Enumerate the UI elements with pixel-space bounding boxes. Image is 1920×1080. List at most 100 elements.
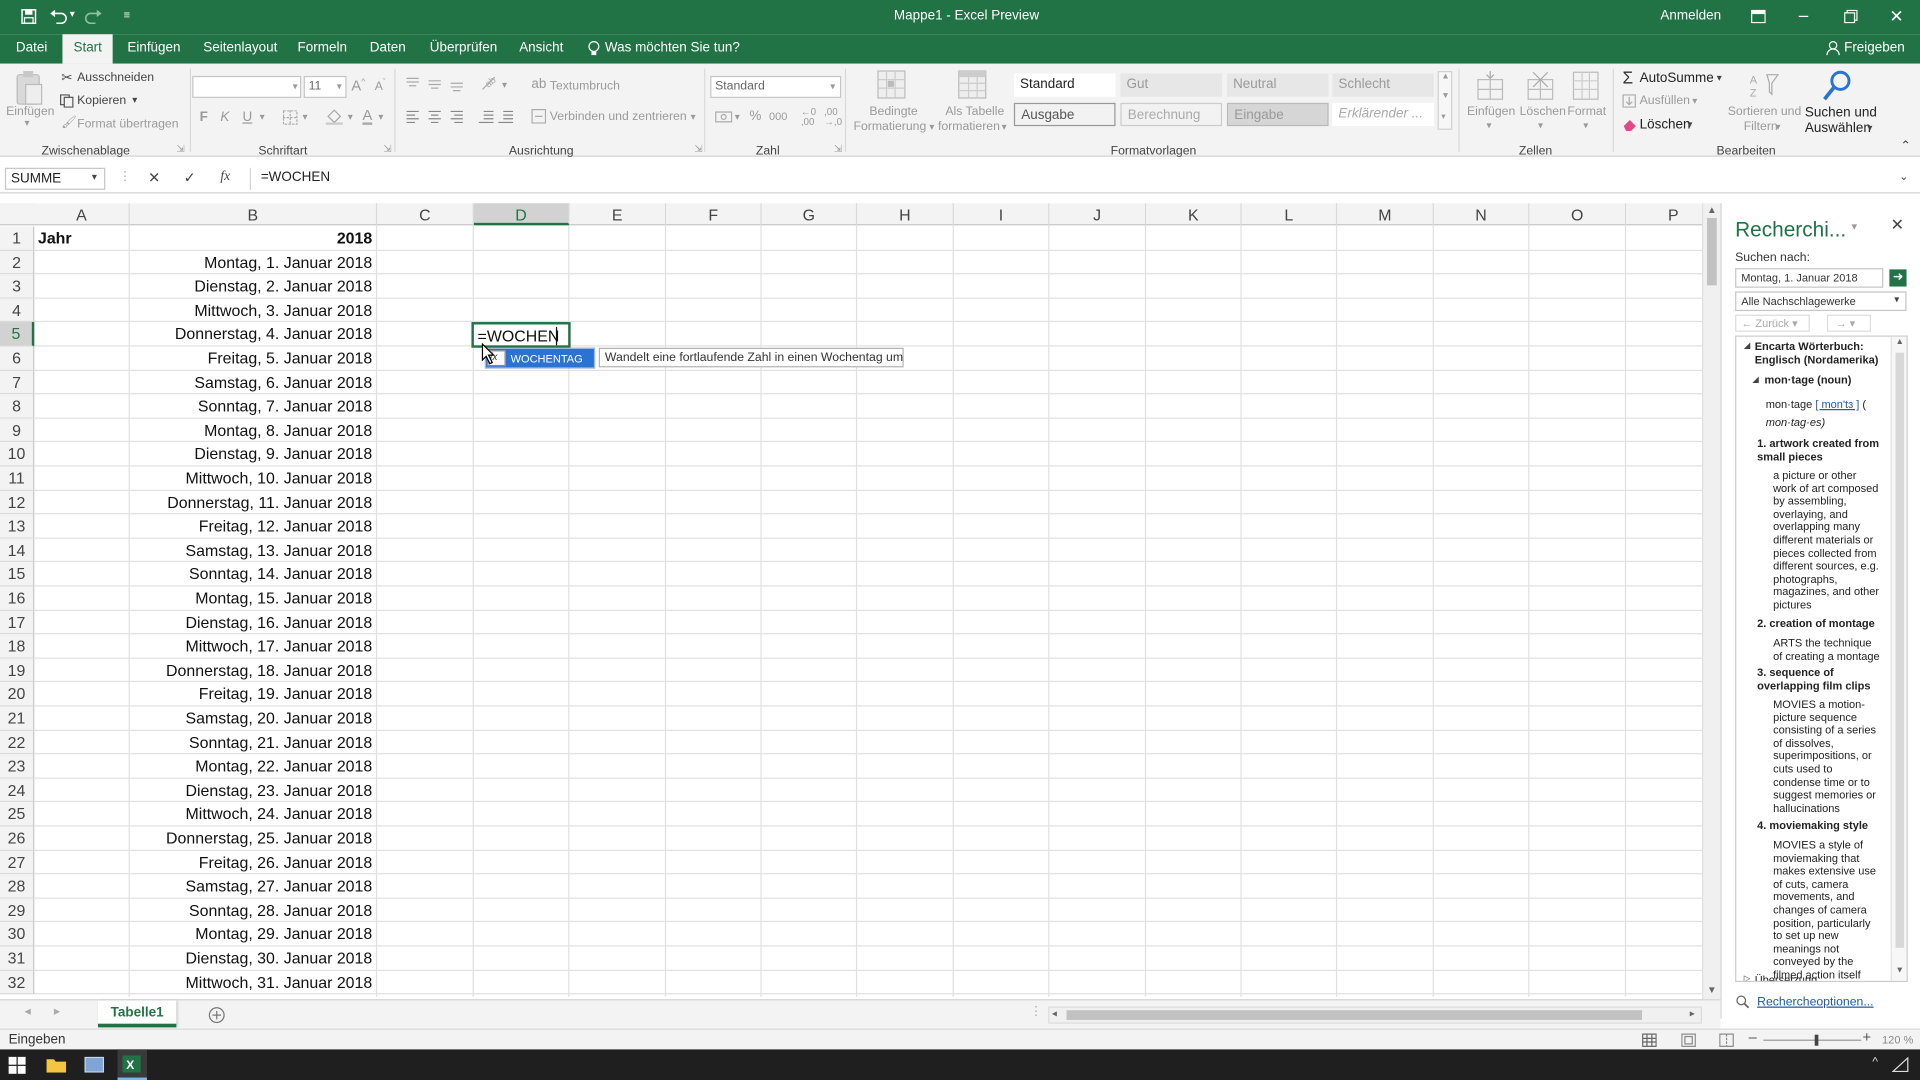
copy-dropdown-icon[interactable]: ▾ [132, 94, 137, 105]
font-name-combobox[interactable] [192, 75, 302, 98]
row-header-14[interactable]: 14 [0, 538, 35, 563]
column-header-n[interactable]: N [1434, 203, 1530, 226]
sort-filter-icon[interactable]: AZ [1749, 70, 1781, 102]
row-header-13[interactable]: 13 [0, 514, 35, 539]
row-header-18[interactable]: 18 [0, 634, 35, 659]
fill-dropdown-icon[interactable]: ▾ [1692, 96, 1697, 107]
cell-b5[interactable]: Donnerstag, 4. Januar 2018 [130, 325, 372, 343]
cell-a1[interactable]: Jahr [38, 229, 72, 247]
number-format-combobox[interactable]: Standard [710, 75, 842, 98]
cell-b3[interactable]: Dienstag, 2. Januar 2018 [130, 277, 372, 295]
row-header-6[interactable]: 6 [0, 346, 35, 371]
format-as-table-icon[interactable] [958, 70, 990, 102]
column-header-l[interactable]: L [1242, 203, 1338, 226]
tab-seitenlayout[interactable]: Seitenlayout [203, 40, 277, 55]
vertical-scrollbar[interactable]: ▲ ▼ [1702, 203, 1721, 1000]
format-painter-button[interactable]: Format übertragen [77, 118, 178, 131]
cell-b12[interactable]: Donnerstag, 11. Januar 2018 [130, 493, 372, 511]
cell-b7[interactable]: Samstag, 6. Januar 2018 [130, 373, 372, 391]
share-button[interactable]: Freigeben [1844, 40, 1905, 55]
back-button[interactable]: ← Zurück ▾ [1735, 314, 1810, 332]
column-header-o[interactable]: O [1529, 203, 1627, 226]
close-icon[interactable]: ✕ [1889, 6, 1903, 27]
cell-b6[interactable]: Freitag, 5. Januar 2018 [130, 349, 373, 367]
autosum-button[interactable]: AutoSumme [1640, 71, 1714, 86]
cell-b9[interactable]: Montag, 8. Januar 2018 [130, 421, 372, 439]
clear-button[interactable]: Löschen [1640, 118, 1691, 133]
source-dropdown[interactable]: Alle Nachschlagewerke [1735, 291, 1907, 312]
row-header-1[interactable]: 1 [0, 226, 35, 251]
style-berechnung[interactable]: Berechnung [1120, 102, 1223, 127]
shrink-font-icon[interactable]: Aˇ [375, 78, 386, 93]
row-header-25[interactable]: 25 [0, 802, 35, 827]
tell-me-input[interactable]: Was möchten Sie tun? [605, 40, 740, 55]
row-header-21[interactable]: 21 [0, 706, 35, 731]
paste-icon[interactable] [15, 70, 44, 107]
row-header-19[interactable]: 19 [0, 658, 35, 683]
grow-font-icon[interactable]: A^ [351, 77, 365, 94]
column-header-e[interactable]: E [569, 203, 667, 226]
sort-filter-label[interactable]: Sortieren und [1728, 105, 1802, 118]
tab-formeln[interactable]: Formeln [298, 40, 347, 55]
excel-taskbar-button[interactable]: X [117, 1049, 147, 1080]
indent-icons[interactable] [478, 110, 517, 125]
italic-button[interactable]: K [220, 110, 229, 125]
row-header-20[interactable]: 20 [0, 682, 35, 707]
tray-network-icon[interactable] [1891, 1056, 1909, 1073]
cell-b22[interactable]: Sonntag, 21. Januar 2018 [130, 733, 372, 751]
row-header-15[interactable]: 15 [0, 562, 35, 587]
find-select-label-2[interactable]: Auswählen [1805, 121, 1871, 136]
cell-b18[interactable]: Mittwoch, 17. Januar 2018 [130, 637, 373, 655]
confirm-entry-icon[interactable]: ✓ [184, 169, 196, 186]
copy-button[interactable]: Kopieren [77, 94, 126, 107]
results-scrollbar[interactable]: ▲ ▼ [1890, 336, 1907, 981]
collapse-ribbon-icon[interactable]: ⌃ [1900, 140, 1910, 153]
file-explorer-icon[interactable] [46, 1057, 67, 1073]
sign-in-link[interactable]: Anmelden [1660, 9, 1721, 24]
wrap-text-button[interactable]: Textumbruch [550, 80, 620, 93]
autocomplete-item[interactable]: fx WOCHENTAG [484, 347, 596, 369]
cell-b27[interactable]: Freitag, 26. Januar 2018 [130, 853, 372, 871]
conditional-formatting-icon[interactable] [877, 70, 909, 102]
fill-button[interactable]: Ausfüllen [1640, 94, 1690, 107]
row-header-26[interactable]: 26 [0, 826, 35, 851]
tab-start[interactable]: Start [62, 34, 113, 64]
conditional-dropdown-icon[interactable]: ▾ [929, 121, 934, 132]
research-options-link[interactable]: Rechercheoptionen... [1757, 996, 1873, 1009]
decrease-decimal-icon[interactable]: ,00 →,0 [824, 107, 842, 128]
column-header-d[interactable]: D [473, 203, 570, 226]
row-header-4[interactable]: 4 [0, 298, 35, 323]
styles-gallery-scroll[interactable]: ▲ ▼ ▾ [1437, 71, 1453, 130]
save-icon[interactable] [21, 9, 37, 25]
style-ausgabe[interactable]: Ausgabe [1013, 102, 1116, 127]
row-header-17[interactable]: 17 [0, 610, 35, 635]
name-box-dropdown-icon[interactable]: ▾ [92, 171, 97, 182]
source-dropdown-icon[interactable]: ▾ [1894, 294, 1899, 305]
font-color-dropdown-icon[interactable]: ▾ [378, 111, 383, 122]
scroll-sheets-right-icon[interactable]: ▸ [54, 1005, 60, 1018]
merge-dropdown-icon[interactable]: ▾ [691, 111, 696, 122]
cell-b24[interactable]: Dienstag, 23. Januar 2018 [130, 781, 373, 799]
results-scroll-thumb[interactable] [1895, 352, 1905, 948]
number-launcher-icon[interactable]: ⇲ [834, 143, 842, 154]
row-header-16[interactable]: 16 [0, 586, 35, 611]
borders-icon[interactable] [282, 110, 298, 125]
tab-split-handle-icon[interactable]: ⋮ [1030, 1005, 1042, 1018]
formula-input[interactable]: =WOCHEN [261, 170, 330, 185]
format-as-table-label-2[interactable]: formatieren [938, 120, 1000, 133]
cell-b16[interactable]: Montag, 15. Januar 2018 [130, 589, 372, 607]
cell-b4[interactable]: Mittwoch, 3. Januar 2018 [130, 301, 372, 319]
percent-icon[interactable]: % [749, 109, 761, 124]
column-header-i[interactable]: I [954, 203, 1050, 226]
cell-b28[interactable]: Samstag, 27. Januar 2018 [130, 877, 373, 895]
column-header-g[interactable]: G [762, 203, 858, 226]
font-color-icon[interactable]: A [362, 108, 373, 125]
research-search-input[interactable]: Montag, 1. Januar 2018 [1735, 268, 1884, 288]
style-neutral[interactable]: Neutral [1226, 73, 1329, 97]
format-cells-icon[interactable] [1571, 70, 1600, 102]
column-header-m[interactable]: M [1337, 203, 1434, 226]
column-header-a[interactable]: A [34, 203, 130, 226]
customize-qat-icon[interactable]: ≡ [124, 9, 130, 21]
column-header-k[interactable]: K [1146, 203, 1242, 226]
tray-chevron-icon[interactable]: ^ [1872, 1056, 1878, 1069]
